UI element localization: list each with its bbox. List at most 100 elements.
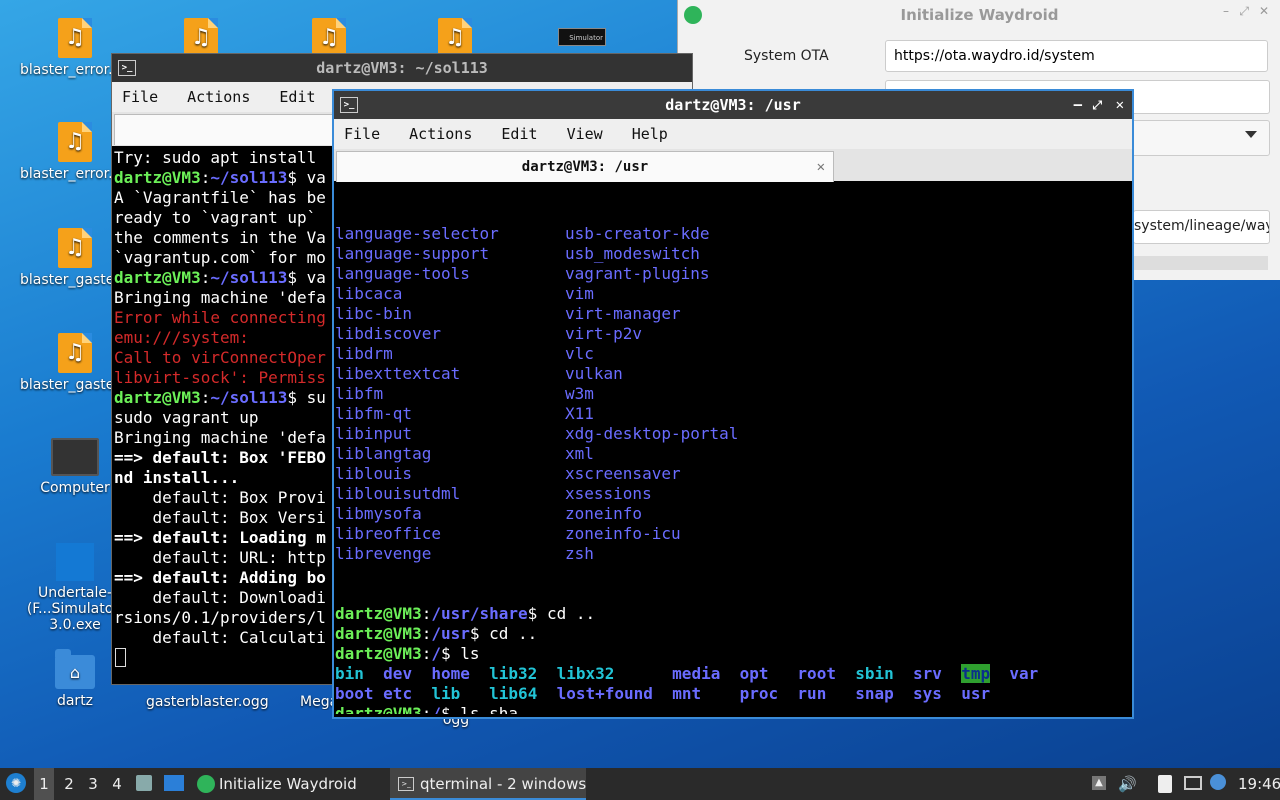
workspace-1[interactable]: 1 <box>34 768 54 800</box>
volume-icon[interactable]: 🔊 <box>1118 768 1137 800</box>
terminal-titlebar[interactable]: >_ dartz@VM3: ~/sol113 <box>112 54 692 82</box>
ls-entry: xml <box>565 444 594 463</box>
system-ota-label: System OTA <box>744 48 829 64</box>
ls-entry: libmysofa <box>335 504 422 523</box>
waydroid-app-icon <box>197 775 215 793</box>
ls-entry: language-selector <box>335 224 499 243</box>
ls-entry: vlc <box>565 344 594 363</box>
audio-file-icon: ♫ <box>184 18 218 58</box>
menu-help[interactable]: Help <box>622 119 678 149</box>
ls-entry: usb_modeswitch <box>565 244 700 263</box>
terminal-line: nd install... <box>114 468 240 487</box>
ls-entry: language-support <box>335 244 490 263</box>
ls-entry: libdrm <box>335 344 393 363</box>
clipboard-icon[interactable] <box>1158 775 1172 793</box>
ls-entry: libdiscover <box>335 324 441 343</box>
ls-entry: libinput <box>335 424 413 443</box>
workspace-3[interactable]: 3 <box>84 768 102 800</box>
terminal-line: default: Downloadi <box>114 588 326 607</box>
taskbar-item-qterminal[interactable]: >_ qterminal - 2 windows <box>390 768 586 800</box>
terminal-line: sudo vagrant up <box>114 408 259 427</box>
ls-entry: libcaca <box>335 284 403 303</box>
terminal-line: Try: sudo apt install <box>114 148 326 167</box>
terminal-line: rsions/0.1/providers/l <box>114 608 326 627</box>
terminal-output[interactable]: language-selector language-support languag… <box>335 184 1131 714</box>
minimize-icon[interactable]: – <box>1074 91 1082 119</box>
terminal-line: libvirt-sock': Permiss <box>114 368 326 387</box>
tray-up-icon[interactable]: ▲ <box>1092 776 1106 790</box>
terminal-line: default: Box Versi <box>114 508 326 527</box>
taskbar: ✺ 1 2 3 4 Initialize Waydroid >_ qtermin… <box>0 768 1280 800</box>
ls-entry: zsh <box>565 544 594 563</box>
network-icon[interactable] <box>1184 776 1202 790</box>
show-desktop-icon[interactable] <box>164 775 184 791</box>
menu-file[interactable]: File <box>112 82 168 112</box>
maximize-icon[interactable]: ⤢ <box>1092 91 1102 119</box>
close-icon[interactable]: ✕ <box>1259 4 1269 18</box>
terminal-line: bin dev home lib32 libx32 media opt root… <box>335 664 1039 683</box>
progress-bar <box>1133 256 1268 270</box>
menu-view[interactable]: View <box>557 119 613 149</box>
audio-file-icon: ♫ <box>58 18 92 58</box>
update-notifier-icon[interactable] <box>1210 774 1226 790</box>
ls-entry: virt-p2v <box>565 324 643 343</box>
maximize-icon[interactable]: ⤢ <box>1239 4 1249 19</box>
menu-actions[interactable]: Actions <box>399 119 482 149</box>
ls-entry: vulkan <box>565 364 623 383</box>
minimize-icon[interactable]: – <box>1223 4 1229 18</box>
ls-entry: zoneinfo-icu <box>565 524 681 543</box>
file-manager-icon[interactable] <box>136 775 152 791</box>
close-icon[interactable]: ✕ <box>1116 91 1124 119</box>
menu-file[interactable]: File <box>334 119 390 149</box>
terminal-line: dartz@VM3:~/sol113$ va <box>114 168 326 187</box>
ls-entry: liblouisutdml <box>335 484 461 503</box>
terminal-line: default: Calculati <box>114 628 326 647</box>
audio-file-icon: ♫ <box>438 18 472 58</box>
terminal-line: ready to `vagrant up` <box>114 208 326 227</box>
menu-edit[interactable]: Edit <box>491 119 547 149</box>
desktop-icon-label: Undertale-(F...Simulator-3.0.exe <box>26 585 124 633</box>
ls-entry: libfm-qt <box>335 404 413 423</box>
ls-column-left: language-selector language-support languag… <box>335 224 565 564</box>
terminal-line: Error while connecting <box>114 308 326 327</box>
taskbar-item-waydroid[interactable]: Initialize Waydroid <box>192 768 388 800</box>
desktop-icon-gasterblaster[interactable]: gasterblaster.ogg <box>146 694 269 710</box>
waydroid-titlebar[interactable]: Initialize Waydroid – ⤢ ✕ <box>678 0 1280 30</box>
audio-file-icon: ♫ <box>58 228 92 268</box>
chevron-down-icon <box>1245 131 1257 138</box>
terminal-line: emu:///system: <box>114 328 249 347</box>
ls-entry: vim <box>565 284 594 303</box>
terminal-line: ==> default: Adding bo <box>114 568 326 587</box>
waydroid-title: Initialize Waydroid <box>900 6 1059 24</box>
ls-entry: libfm <box>335 384 384 403</box>
ls-entry: usb-creator-kde <box>565 224 710 243</box>
menu-actions[interactable]: Actions <box>177 82 260 112</box>
image-path-input[interactable]: system/lineage/wayd <box>1133 210 1270 244</box>
ls-entry: librevenge <box>335 544 432 563</box>
ls-entry: xsessions <box>565 484 652 503</box>
image-path-value: system/lineage/wayd <box>1134 218 1270 234</box>
terminal-titlebar[interactable]: >_ dartz@VM3: /usr – ⤢ ✕ <box>334 91 1132 119</box>
ls-column-right: usb-creator-kde usb_modeswitch vagrant-plu… <box>565 224 865 564</box>
terminal-output[interactable]: Try: sudo apt install dartz@VM3:~/sol113… <box>114 148 334 678</box>
terminal-app-icon: >_ <box>340 97 358 113</box>
terminal-line: dartz@VM3:/$ ls <box>335 644 480 663</box>
workspace-4[interactable]: 4 <box>108 768 126 800</box>
terminal-title: dartz@VM3: /usr <box>665 96 801 114</box>
workspace-2[interactable]: 2 <box>60 768 78 800</box>
ls-entry: w3m <box>565 384 594 403</box>
desktop-icon-label: dartz <box>56 693 94 709</box>
audio-file-icon: ♫ <box>58 122 92 162</box>
system-ota-input[interactable] <box>885 40 1268 72</box>
terminal-line: dartz@VM3:/usr/share$ cd .. <box>335 604 596 623</box>
terminal-line: dartz@VM3:~/sol113$ su <box>114 388 326 407</box>
start-menu-icon[interactable]: ✺ <box>6 773 26 793</box>
terminal-line: default: Box Provi <box>114 488 326 507</box>
terminal-window-usr: >_ dartz@VM3: /usr – ⤢ ✕ File Actions Ed… <box>332 89 1134 719</box>
ls-column-listing: language-selector language-support languag… <box>335 224 1131 564</box>
ls-entry: virt-manager <box>565 304 681 323</box>
tab-close-icon[interactable]: ✕ <box>817 152 825 182</box>
monitor-icon <box>51 438 99 476</box>
tab-terminal[interactable]: dartz@VM3: /usr ✕ <box>336 151 834 182</box>
menu-edit[interactable]: Edit <box>269 82 325 112</box>
